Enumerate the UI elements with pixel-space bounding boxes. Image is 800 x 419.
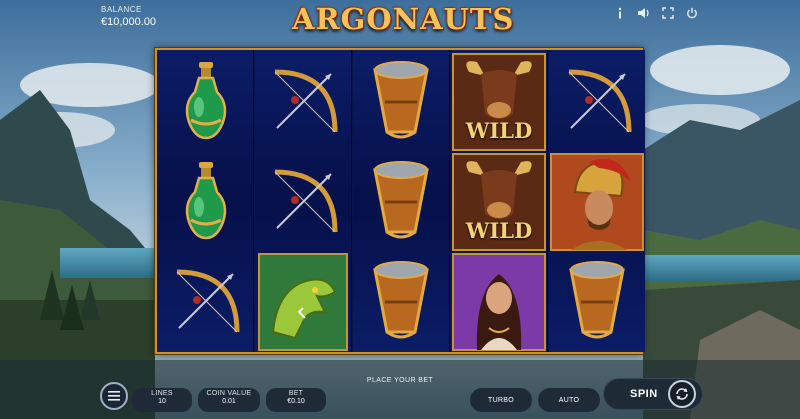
reel-4: WILD WILD <box>451 50 548 352</box>
menu-button[interactable] <box>100 382 128 410</box>
power-icon[interactable] <box>680 6 704 20</box>
symbol-bow <box>157 252 253 352</box>
symbol-dragon <box>255 252 351 352</box>
symbol-bell <box>353 152 449 252</box>
bow-and-arrow-icon <box>274 69 338 133</box>
reel-1 <box>157 50 254 352</box>
hamburger-icon <box>108 391 120 401</box>
fullscreen-icon[interactable] <box>656 6 680 20</box>
bet-value: €0.10 <box>287 398 305 405</box>
symbol-bell <box>549 252 645 352</box>
lines-label: LINES <box>151 390 173 397</box>
balance-value: €10,000.00 <box>101 16 157 28</box>
reel-2 <box>255 50 352 352</box>
potion-icon <box>185 62 227 140</box>
symbol-wild: WILD <box>451 152 547 252</box>
top-bar: BALANCE €10,000.00 ARGONAUTS <box>0 0 800 40</box>
wild-label: WILD <box>465 118 533 143</box>
coin-value-selector[interactable]: COIN VALUE 0.01 <box>198 388 260 412</box>
lines-selector[interactable]: LINES 10 <box>132 388 192 412</box>
reel-5 <box>549 50 645 352</box>
symbol-bow <box>255 52 351 152</box>
spin-label: SPIN <box>630 388 658 400</box>
bow-and-arrow-icon <box>274 169 338 233</box>
auto-button[interactable]: AUTO <box>538 388 600 412</box>
woman-portrait-icon <box>452 253 546 351</box>
symbol-potion <box>157 152 253 252</box>
balance-label: BALANCE <box>101 5 142 14</box>
symbol-potion <box>157 52 253 152</box>
coin-value-label: COIN VALUE <box>206 390 252 397</box>
turbo-button[interactable]: TURBO <box>470 388 532 412</box>
lines-value: 10 <box>158 398 166 405</box>
reel-3 <box>353 50 450 352</box>
bet-selector[interactable]: BET €0.10 <box>266 388 326 412</box>
horn-icon <box>569 261 625 339</box>
wild-label: WILD <box>465 218 533 243</box>
balance-display: BALANCE €10,000.00 <box>101 5 156 28</box>
symbol-bow <box>255 152 351 252</box>
info-icon[interactable] <box>608 6 632 20</box>
sound-icon[interactable] <box>632 6 656 20</box>
symbol-warrior <box>549 152 645 252</box>
potion-icon <box>185 162 227 240</box>
horn-icon <box>373 161 429 239</box>
symbol-wild: WILD <box>451 52 547 152</box>
horn-icon <box>373 261 429 339</box>
bet-label: BET <box>288 390 304 397</box>
symbol-bell <box>353 252 449 352</box>
top-icons <box>608 6 704 20</box>
bow-and-arrow-icon <box>176 269 240 333</box>
symbol-bow <box>549 52 645 152</box>
game-logo: ARGONAUTS <box>292 2 515 36</box>
status-message: PLACE YOUR BET <box>366 377 434 384</box>
coin-value: 0.01 <box>222 398 236 405</box>
dragon-icon <box>258 253 348 351</box>
symbol-woman <box>451 252 547 352</box>
warrior-portrait-icon <box>550 153 644 251</box>
spin-icon[interactable] <box>668 380 696 408</box>
reels-frame: WILD WILD <box>155 48 645 354</box>
bow-and-arrow-icon <box>568 69 632 133</box>
horn-icon <box>373 61 429 139</box>
symbol-bell <box>353 52 449 152</box>
